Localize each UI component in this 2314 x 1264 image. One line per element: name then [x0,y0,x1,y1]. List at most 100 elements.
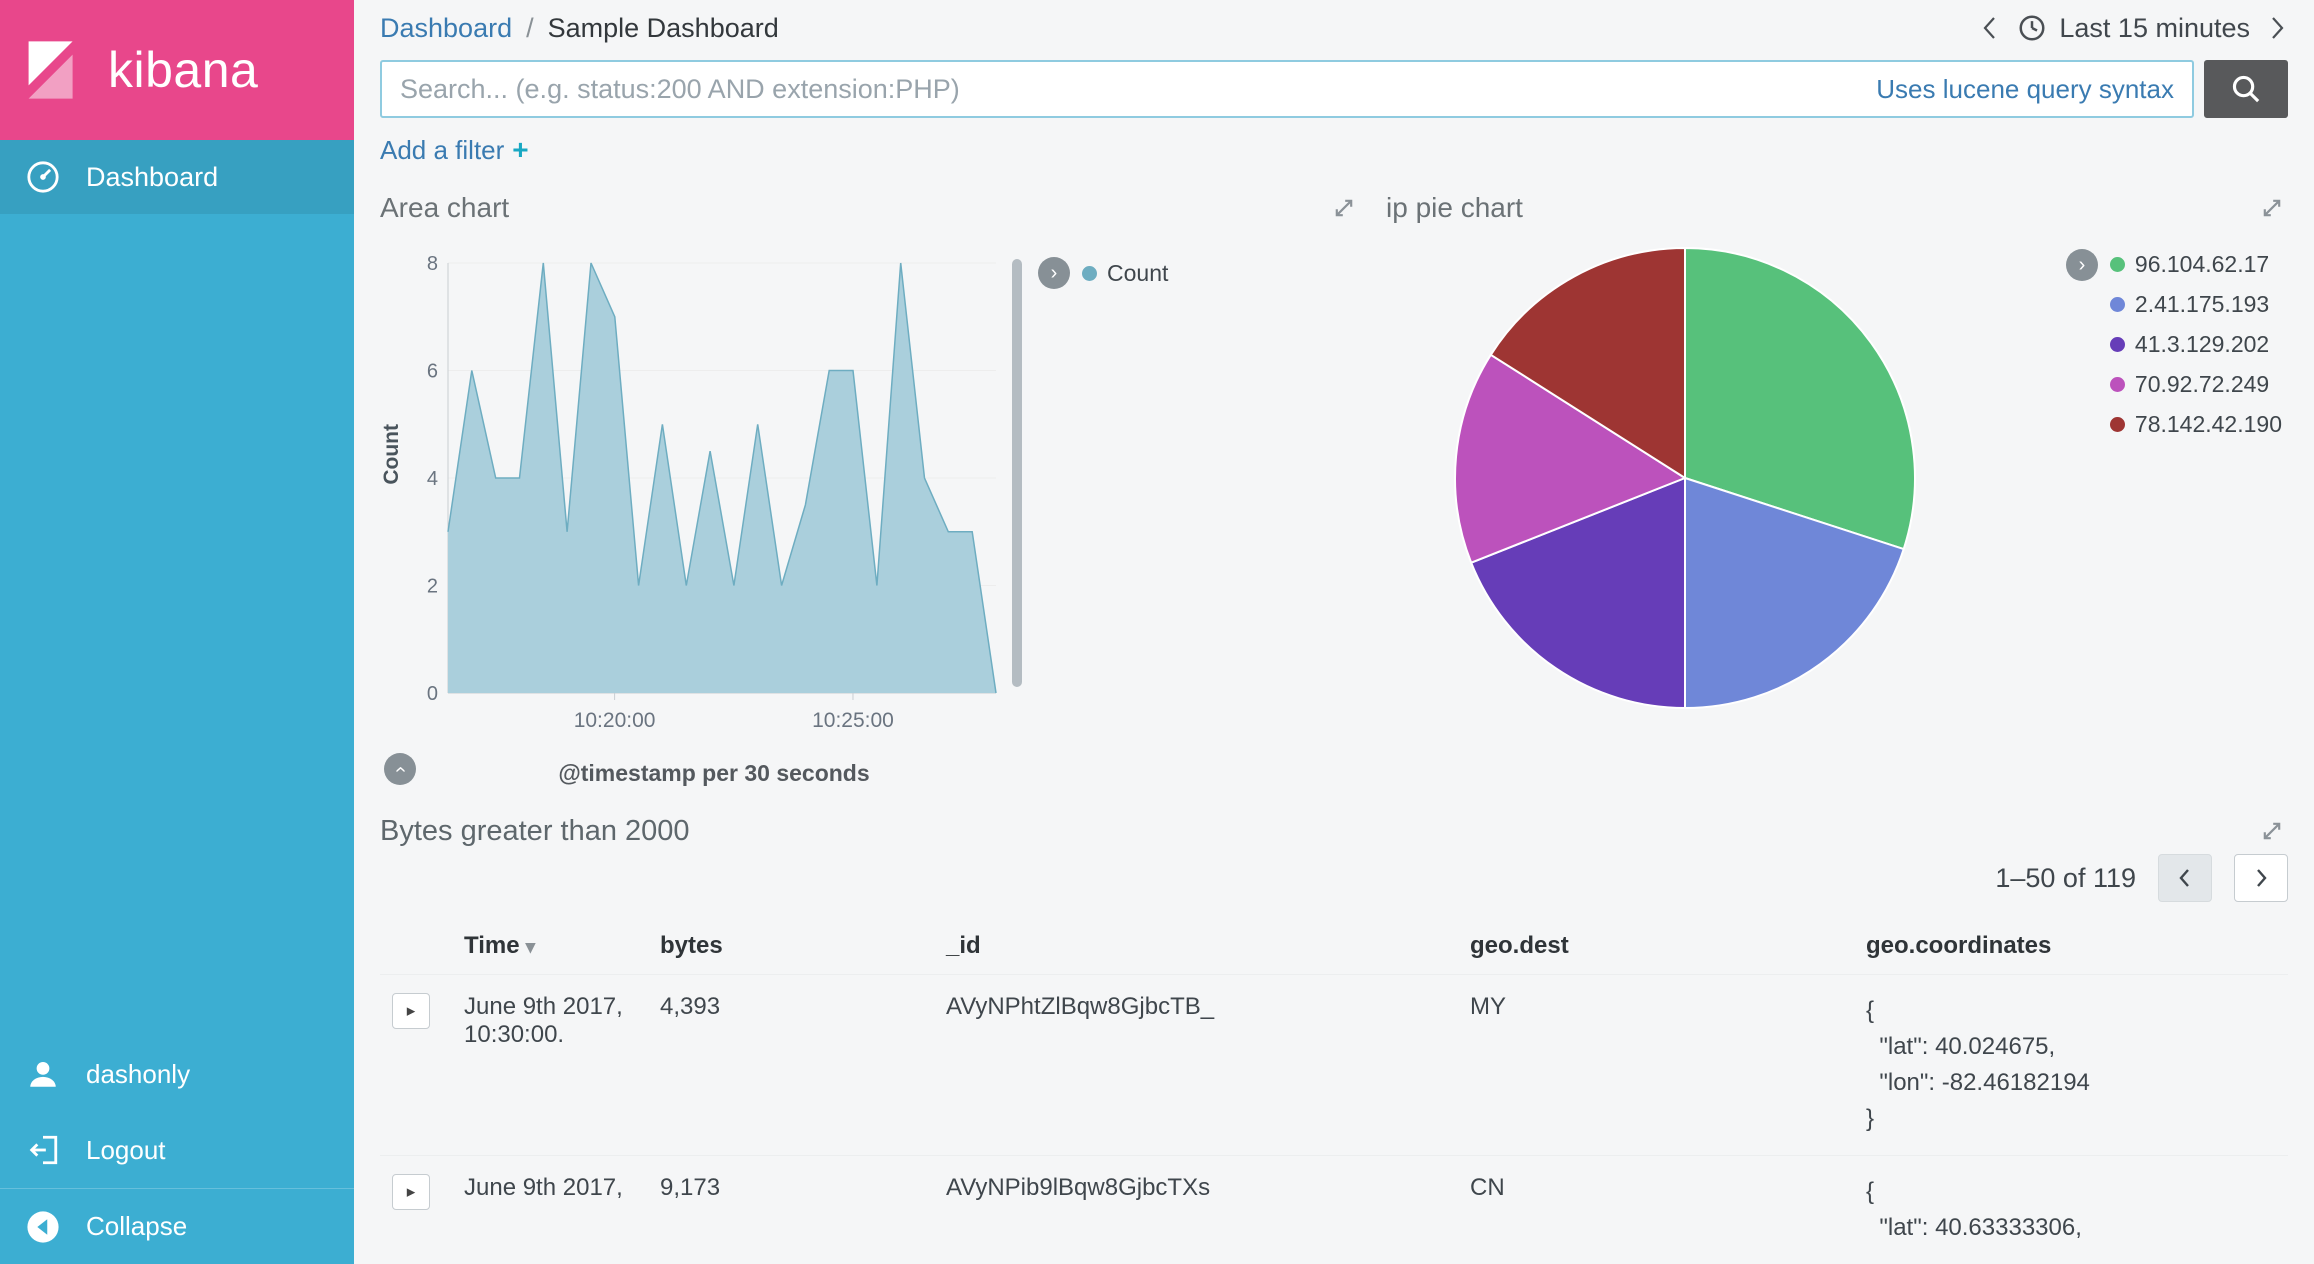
panel-title-bytes-table: Bytes greater than 2000 [380,815,690,848]
legend-toggle-button[interactable]: › [1038,257,1070,289]
panel-title-area-chart: Area chart [380,192,509,224]
table-header-row: Time▾ bytes _id geo.dest geo.coordinates [380,918,2288,975]
legend-toggle-button[interactable]: › [2066,249,2098,281]
logout-label: Logout [86,1135,166,1166]
sidebar-spacer [0,214,354,1036]
dashboard-panels: Area chart Count 0 2 4 6 8 10:20:00 10:25:00 ›… [354,166,2314,793]
area-legend-item[interactable]: Count [1082,260,1168,287]
geo-dest-cell: MY [1458,975,1854,1156]
column-header-geo-dest[interactable]: geo.dest [1458,918,1854,975]
main-content: Dashboard / Sample Dashboard Last 15 min… [354,0,2314,1264]
breadcrumb-dashboard-link[interactable]: Dashboard [380,13,512,44]
app-root: kibana Dashboard dashonly [0,0,2314,1264]
user-menu-item[interactable]: dashonly [0,1036,354,1112]
panel-title-ip-pie-chart: ip pie chart [1386,192,1523,224]
search-button[interactable] [2204,60,2288,118]
sidebar-item-dashboard[interactable]: Dashboard [0,140,354,214]
previous-page-button[interactable] [2158,854,2212,902]
next-page-button[interactable] [2234,854,2288,902]
sidebar-item-label: Dashboard [86,162,218,193]
bytes-cell: 4,393 [648,975,934,1156]
breadcrumb-separator: / [526,13,534,44]
x-axis-title: @timestamp per 30 seconds [414,760,1014,787]
expand-panel-icon[interactable] [2256,192,2288,229]
legend-color-dot [2110,337,2125,352]
area-legend: › Count [1038,257,1168,289]
pie-legend-item[interactable]: 41.3.129.202 [2110,331,2282,358]
expand-panel-icon[interactable] [1328,192,1360,229]
scrollbar[interactable] [1012,259,1022,687]
area-chart[interactable]: 0 2 4 6 8 10:20:00 10:25:00 [404,253,1004,745]
lucene-syntax-link[interactable]: Uses lucene query syntax [1876,74,2174,105]
column-header-id[interactable]: _id [934,918,1458,975]
pagination-range-label: 1–50 of 119 [1995,863,2136,894]
legend-color-dot [2110,377,2125,392]
legend-label: 96.104.62.17 [2135,251,2269,278]
bytes-cell: 9,173 [648,1156,934,1264]
svg-text:4: 4 [427,468,438,490]
pie-legend-item[interactable]: 78.142.42.190 [2110,411,2282,438]
legend-color-dot [1082,266,1097,281]
expand-row-button[interactable]: ▸ [392,993,430,1029]
geo-dest-cell: CN [1458,1156,1854,1264]
kibana-logo[interactable]: kibana [0,0,354,140]
geo-coordinates-cell: { "lat": 40.024675, "lon": -82.46182194 … [1854,975,2288,1156]
pie-legend-item[interactable]: 70.92.72.249 [2110,371,2282,398]
column-header-time[interactable]: Time▾ [452,918,648,975]
column-header-geo-coordinates[interactable]: geo.coordinates [1854,918,2288,975]
logout-item[interactable]: Logout [0,1112,354,1188]
column-header-bytes[interactable]: bytes [648,918,934,975]
legend-label: 2.41.175.193 [2135,291,2269,318]
id-cell: AVyNPib9lBqw8GjbcTXs [934,1156,1458,1264]
time-cell: June 9th 2017, [452,1156,648,1264]
sort-caret-icon: ▾ [526,937,536,958]
legend-position-toggle-button[interactable]: › [384,753,416,785]
svg-text:10:25:00: 10:25:00 [812,709,894,732]
pie-legend-item[interactable]: 2.41.175.193 [2110,291,2282,318]
breadcrumb-current: Sample Dashboard [548,13,779,44]
search-input[interactable] [400,74,1860,105]
panel-ip-pie-chart: ip pie chart › 96.104.62.17 2.41.175.193 4… [1386,192,2288,793]
expand-row-button[interactable]: ▸ [392,1174,430,1210]
pie-legend: › 96.104.62.17 2.41.175.193 41.3.129.202 70… [2066,249,2288,718]
panel-area-chart: Area chart Count 0 2 4 6 8 10:20:00 10:25:00 ›… [380,192,1360,793]
search-icon [2229,72,2263,106]
geo-coordinates-cell: { "lat": 40.63333306, [1854,1156,2288,1264]
sidebar: kibana Dashboard dashonly [0,0,354,1264]
legend-label: 70.92.72.249 [2135,371,2269,398]
legend-color-dot [2110,417,2125,432]
time-cell: June 9th 2017, 10:30:00. [452,975,648,1156]
add-filter-link[interactable]: Add a filter [380,135,504,166]
username-label: dashonly [86,1059,190,1090]
brand-name: kibana [108,41,258,99]
logout-icon [26,1133,60,1167]
svg-text:8: 8 [427,253,438,275]
data-table: Time▾ bytes _id geo.dest geo.coordinates… [380,918,2288,1264]
expand-panel-icon[interactable] [2256,815,2288,852]
plus-icon[interactable]: + [512,134,528,166]
y-axis-title: Count [380,424,404,485]
svg-text:0: 0 [427,683,438,705]
svg-text:10:20:00: 10:20:00 [574,709,656,732]
collapse-label: Collapse [86,1211,187,1242]
search-bar: Uses lucene query syntax [354,56,2314,118]
svg-text:6: 6 [427,361,438,383]
dashboard-icon [26,160,60,194]
sidebar-nav: Dashboard [0,140,354,214]
topbar: Dashboard / Sample Dashboard Last 15 min… [354,0,2314,56]
collapse-sidebar-item[interactable]: Collapse [0,1188,354,1264]
svg-text:2: 2 [427,576,438,598]
legend-label: 78.142.42.190 [2135,411,2282,438]
time-controls: Last 15 minutes [1979,12,2288,44]
pie-chart[interactable] [1450,243,1920,713]
legend-color-dot [2110,297,2125,312]
time-forward-button[interactable] [2268,12,2288,44]
breadcrumb: Dashboard / Sample Dashboard [380,13,779,44]
filter-bar: Add a filter + [354,118,2314,166]
clock-icon [2017,13,2047,43]
time-back-button[interactable] [1979,12,1999,44]
search-box: Uses lucene query syntax [380,60,2194,118]
kibana-logo-icon [22,37,88,103]
pie-legend-item[interactable]: 96.104.62.17 [2110,251,2282,278]
time-picker-button[interactable]: Last 15 minutes [2017,13,2250,44]
